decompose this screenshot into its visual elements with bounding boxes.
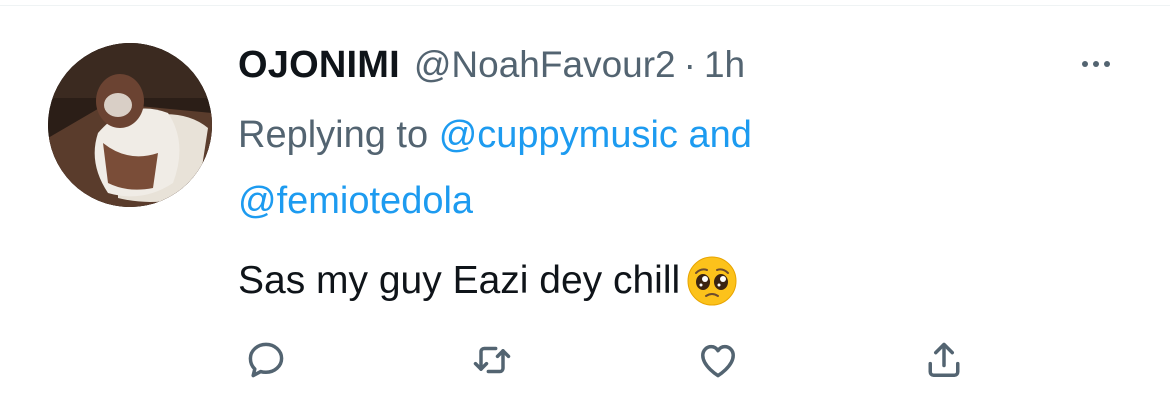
retweet-button[interactable] bbox=[468, 336, 516, 384]
reply-button[interactable] bbox=[242, 336, 290, 384]
more-options-icon[interactable] bbox=[1072, 52, 1120, 76]
author-name[interactable]: OJONIMI bbox=[238, 44, 400, 87]
and-label[interactable]: and bbox=[688, 114, 751, 156]
author-handle[interactable]: @NoahFavour2 bbox=[414, 44, 676, 86]
avatar[interactable] bbox=[48, 43, 212, 207]
like-icon bbox=[701, 344, 735, 378]
tweet-header: OJONIMI @NoahFavour2 · 1h bbox=[238, 44, 745, 90]
top-divider bbox=[0, 5, 1170, 6]
separator-dot: · bbox=[683, 44, 696, 85]
reply-icon bbox=[248, 342, 284, 378]
retweet-icon bbox=[473, 346, 511, 374]
replying-to-label: Replying to bbox=[238, 114, 429, 156]
pleading-face-emoji bbox=[686, 255, 738, 307]
like-button[interactable] bbox=[694, 336, 742, 384]
tweet-text-container: Sas my guy Eazi dey chill bbox=[238, 255, 738, 307]
tweet-time[interactable]: 1h bbox=[704, 44, 745, 86]
mention-cuppymusic[interactable]: @cuppymusic bbox=[439, 114, 678, 156]
tweet-text: Sas my guy Eazi dey chill bbox=[238, 259, 681, 302]
mention-femiotedola[interactable]: @femiotedola bbox=[238, 180, 473, 222]
share-button[interactable] bbox=[920, 336, 968, 384]
replying-to-line-2: @femiotedola bbox=[238, 178, 473, 224]
replying-to-line: Replying to @cuppymusic and bbox=[238, 112, 752, 158]
share-icon bbox=[928, 342, 960, 377]
